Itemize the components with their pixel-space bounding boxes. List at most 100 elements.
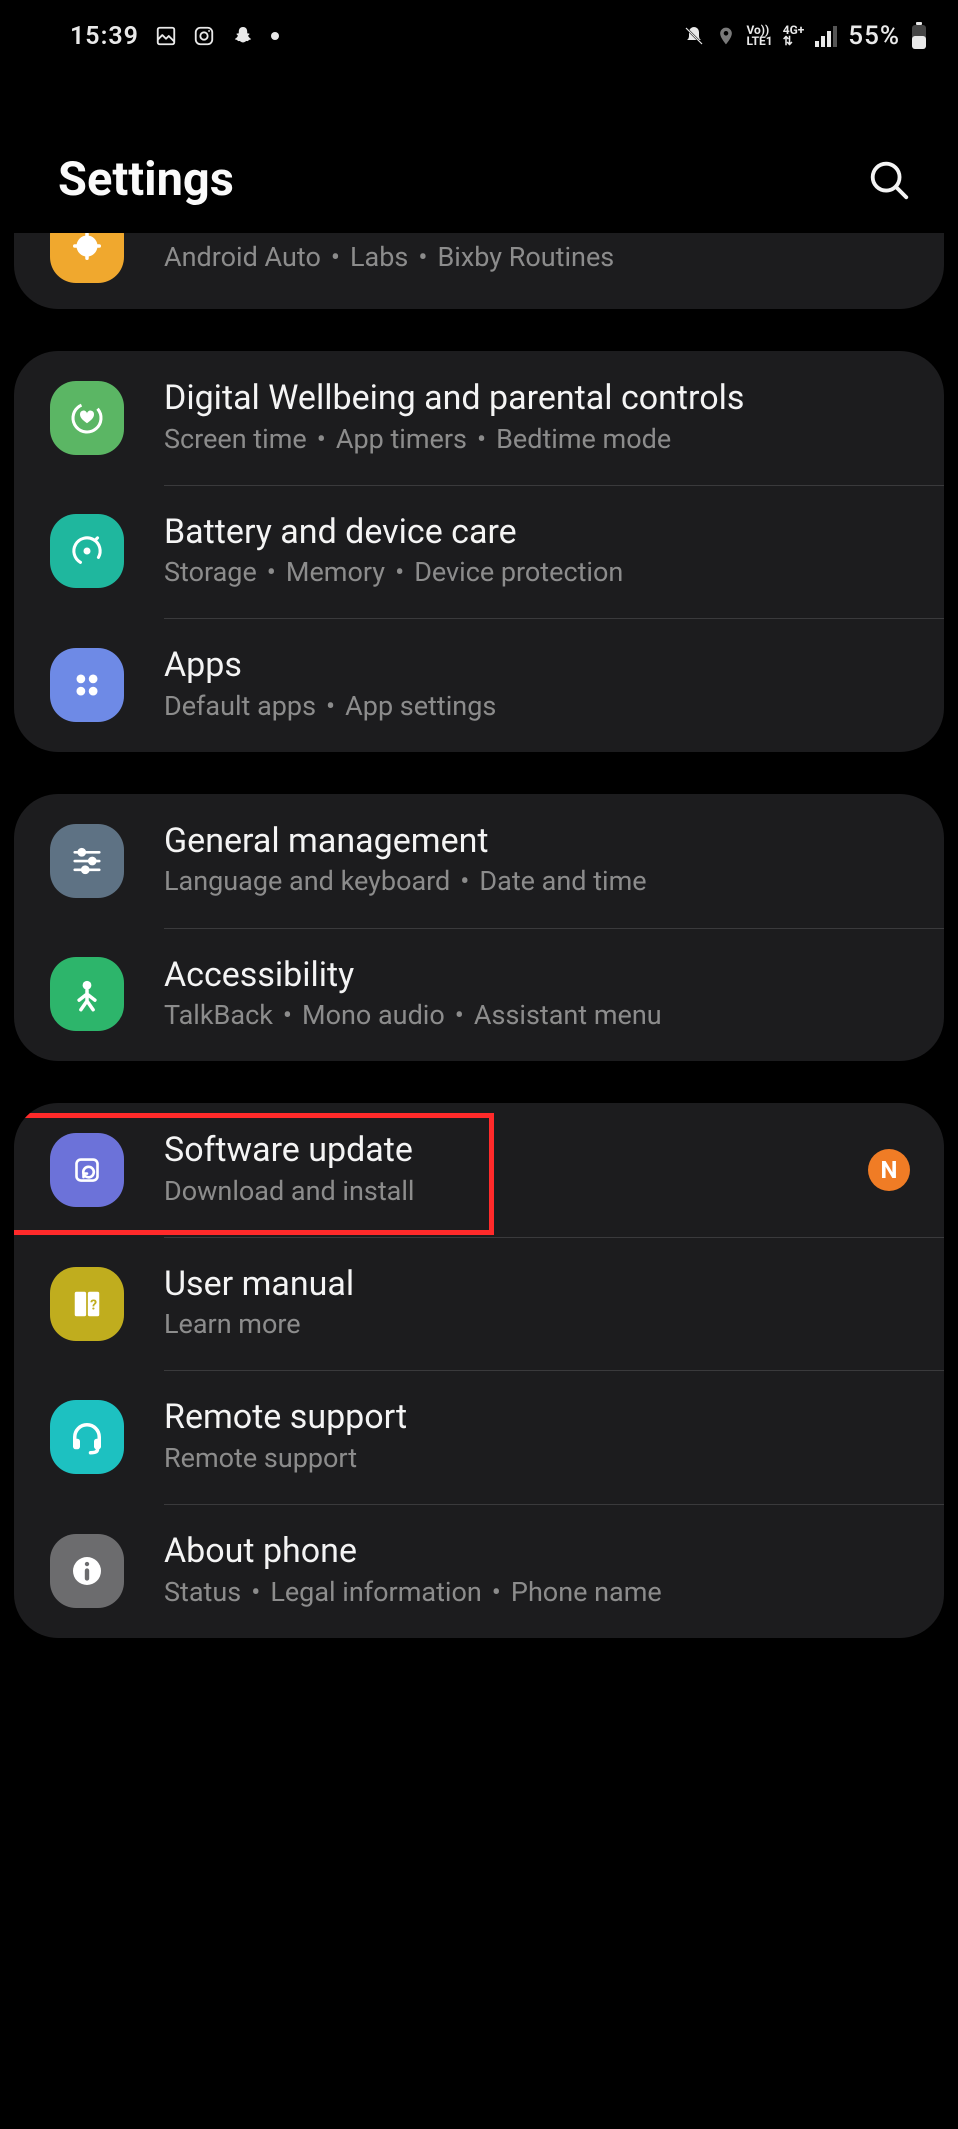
row-texts: General managementLanguage and keyboard •… — [164, 820, 910, 902]
settings-row-digital-wellbeing-and-parental-controls[interactable]: Digital Wellbeing and parental controlsS… — [14, 351, 944, 485]
row-title: General management — [164, 820, 910, 863]
row-subtitle-part: Learn more — [164, 1308, 301, 1340]
update-icon — [50, 1133, 124, 1207]
row-subtitle-part: Screen time — [164, 423, 307, 455]
settings-row-apps[interactable]: AppsDefault apps • App settings — [14, 618, 944, 752]
settings-row-about-phone[interactable]: About phoneStatus•Legal information•Phon… — [14, 1504, 944, 1638]
row-subtitle-part: Android Auto — [164, 241, 321, 273]
settings-list[interactable]: Android Auto • Labs • Bixby Routines Digital … — [0, 233, 958, 1698]
separator-dot-icon: • — [326, 690, 335, 722]
settings-group: Digital Wellbeing and parental controlsS… — [14, 351, 944, 752]
network-type-icon: 4G+⇅ — [783, 25, 805, 47]
status-bar: 15:39 Vo))LTE1 4G+⇅ 55% — [0, 0, 958, 60]
row-title: Digital Wellbeing and parental controls — [164, 377, 910, 420]
row-subtitle-part: Device protection — [414, 556, 623, 588]
signal-icon — [814, 25, 838, 47]
separator-dot-icon: • — [283, 999, 292, 1031]
headset-icon — [50, 1400, 124, 1474]
person-icon — [50, 957, 124, 1031]
row-subtitle-part: Storage — [164, 556, 257, 588]
row-texts: AppsDefault apps • App settings — [164, 644, 910, 726]
separator-dot-icon: • — [267, 556, 276, 588]
row-subtitle-part: Bixby Routines — [437, 241, 614, 273]
row-texts: Android Auto • Labs • Bixby Routines — [164, 238, 910, 277]
care-ring-icon — [50, 514, 124, 588]
snapchat-icon — [231, 24, 255, 48]
row-title: Apps — [164, 644, 910, 687]
settings-row-remote-support[interactable]: Remote supportRemote support — [14, 1370, 944, 1504]
settings-row-user-manual[interactable]: ? User manualLearn more — [14, 1237, 944, 1371]
row-subtitle-part: App timers — [336, 423, 467, 455]
row-subtitle-part: Status — [164, 1576, 241, 1608]
instagram-icon — [193, 25, 215, 47]
settings-row-android-auto[interactable]: Android Auto • Labs • Bixby Routines — [14, 233, 944, 309]
separator-dot-icon: • — [418, 241, 427, 273]
volte-icon: Vo))LTE1 — [746, 25, 772, 47]
vibrate-icon — [682, 24, 706, 48]
settings-row-software-update[interactable]: Software updateDownload and install N — [14, 1103, 944, 1237]
status-time: 15:39 — [70, 22, 139, 51]
row-subtitle-part: Labs — [350, 241, 408, 273]
battery-icon — [910, 22, 928, 50]
svg-text:?: ? — [90, 1297, 97, 1313]
row-subtitle-part: App settings — [345, 690, 496, 722]
row-texts: User manualLearn more — [164, 1263, 910, 1345]
row-subtitle: Default apps • App settings — [164, 687, 910, 726]
settings-row-general-management[interactable]: General managementLanguage and keyboard •… — [14, 794, 944, 928]
row-title: User manual — [164, 1263, 910, 1306]
manual-icon: ? — [50, 1267, 124, 1341]
search-button[interactable] — [862, 153, 916, 207]
row-texts: Remote supportRemote support — [164, 1396, 910, 1478]
row-subtitle-part: Language and keyboard — [164, 865, 450, 897]
separator-dot-icon: • — [331, 241, 340, 273]
row-subtitle-part: Memory — [286, 556, 385, 588]
search-icon — [866, 157, 912, 203]
page-title: Settings — [58, 152, 234, 207]
settings-row-accessibility[interactable]: AccessibilityTalkBack•Mono audio•Assista… — [14, 928, 944, 1062]
row-subtitle-part: Mono audio — [302, 999, 445, 1031]
status-left: 15:39 — [70, 22, 279, 51]
heart-ring-icon — [50, 381, 124, 455]
settings-header: Settings — [0, 60, 958, 233]
notification-badge: N — [868, 1149, 910, 1191]
separator-dot-icon: • — [317, 423, 326, 455]
separator-dot-icon: • — [395, 556, 404, 588]
row-texts: About phoneStatus•Legal information•Phon… — [164, 1530, 910, 1612]
row-subtitle-part: Date and time — [479, 865, 646, 897]
settings-group: Android Auto • Labs • Bixby Routines — [14, 233, 944, 309]
row-subtitle: Android Auto • Labs • Bixby Routines — [164, 238, 910, 277]
notification-dot-icon — [271, 32, 279, 40]
row-texts: Battery and device careStorage•Memory•De… — [164, 511, 910, 593]
battery-percent: 55% — [848, 21, 900, 51]
row-subtitle-part: Assistant menu — [474, 999, 662, 1031]
separator-dot-icon: • — [460, 865, 469, 897]
row-texts: AccessibilityTalkBack•Mono audio•Assista… — [164, 954, 910, 1036]
row-texts: Digital Wellbeing and parental controlsS… — [164, 377, 910, 459]
row-title: Accessibility — [164, 954, 910, 997]
row-subtitle-part: Phone name — [511, 1576, 662, 1608]
location-icon — [716, 24, 736, 48]
row-subtitle: Status•Legal information•Phone name — [164, 1573, 910, 1612]
row-subtitle: Storage • Memory • Device protection — [164, 553, 910, 592]
row-subtitle: TalkBack•Mono audio•Assistant menu — [164, 996, 910, 1035]
row-title: About phone — [164, 1530, 910, 1573]
separator-dot-icon: • — [251, 1576, 260, 1608]
row-subtitle-part: Remote support — [164, 1442, 357, 1474]
row-subtitle: Remote support — [164, 1439, 910, 1478]
sliders-icon — [50, 824, 124, 898]
separator-dot-icon: • — [477, 423, 486, 455]
row-subtitle-part: TalkBack — [164, 999, 273, 1031]
settings-group: General managementLanguage and keyboard •… — [14, 794, 944, 1061]
settings-row-battery-and-device-care[interactable]: Battery and device careStorage•Memory•De… — [14, 485, 944, 619]
row-subtitle: Screen time • App timers • Bedtime mode — [164, 420, 910, 459]
plus-icon — [50, 233, 124, 283]
separator-dot-icon: • — [492, 1576, 501, 1608]
four-dots-icon — [50, 648, 124, 722]
row-title: Remote support — [164, 1396, 910, 1439]
row-subtitle-part: Default apps — [164, 690, 316, 722]
row-subtitle-part: Bedtime mode — [496, 423, 671, 455]
row-subtitle: Language and keyboard • Date and time — [164, 862, 910, 901]
row-texts: Software updateDownload and install — [164, 1129, 854, 1211]
row-subtitle-part: Download and install — [164, 1175, 414, 1207]
settings-group: Software updateDownload and install N? Use… — [14, 1103, 944, 1638]
